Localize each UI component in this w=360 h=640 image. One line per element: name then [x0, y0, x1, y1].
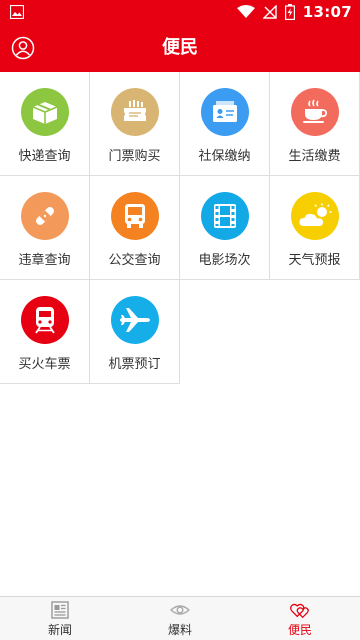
bus-icon — [124, 204, 145, 228]
id-card-icon — [212, 101, 237, 122]
service-label: 门票购买 — [108, 149, 161, 164]
page-title: 便民 — [162, 37, 198, 58]
service-flight-booking[interactable]: 机票预订 — [90, 280, 180, 384]
service-icon-circle — [110, 88, 159, 136]
service-social-security[interactable]: 社保缴纳 — [180, 72, 270, 176]
tab-label: 新闻 — [47, 623, 72, 637]
package-icon — [32, 102, 57, 124]
hearts-icon — [290, 603, 309, 619]
service-traffic-violation[interactable]: 违章查询 — [0, 176, 90, 280]
service-express-tracking[interactable]: 快递查询 — [0, 72, 90, 176]
service-icon-circle — [110, 296, 159, 344]
service-train-tickets[interactable]: 买火车票 — [0, 280, 90, 384]
eye-icon — [170, 605, 190, 615]
battery-charging-icon — [284, 4, 295, 20]
service-ticket-purchase[interactable]: 门票购买 — [90, 72, 180, 176]
tab-news[interactable]: 新闻 — [0, 597, 120, 640]
status-bar: 13:07 — [0, 0, 360, 24]
service-utility-bills[interactable]: 生活缴费 — [270, 72, 360, 176]
signal-icon — [262, 5, 277, 19]
wifi-icon — [236, 5, 255, 18]
tab-label: 爆料 — [167, 623, 192, 637]
service-grid: 快递查询 门票购买 社保缴纳 生活缴费 违章查询 公交查询 电影场次 天气预报 … — [0, 72, 360, 384]
service-icon-circle — [200, 88, 249, 136]
service-label: 公交查询 — [108, 253, 161, 268]
empty-cell — [270, 280, 360, 384]
service-icon-circle — [20, 88, 69, 136]
app-header: 便民 — [0, 24, 360, 72]
tab-convenience[interactable]: 便民 — [240, 597, 360, 640]
newspaper-icon — [51, 601, 69, 619]
bottom-tab-bar: 新闻 爆料 便民 — [0, 596, 360, 640]
service-label: 机票预订 — [108, 357, 161, 372]
service-label: 电影场次 — [198, 253, 251, 268]
film-icon — [213, 204, 236, 228]
service-label: 快递查询 — [18, 149, 71, 164]
tab-tips[interactable]: 爆料 — [120, 597, 240, 640]
service-icon-circle — [200, 192, 249, 240]
weather-icon — [298, 203, 331, 226]
empty-cell — [180, 280, 270, 384]
coffee-cup-icon — [302, 99, 327, 123]
service-icon-circle — [20, 192, 69, 240]
airplane-icon — [119, 308, 150, 332]
tab-label: 便民 — [287, 623, 312, 637]
service-label: 天气预报 — [288, 253, 341, 268]
ticket-icon — [123, 100, 146, 121]
service-icon-circle — [20, 296, 69, 344]
image-notification-icon — [10, 5, 24, 19]
clock: 13:07 — [302, 3, 352, 21]
service-icon-circle — [290, 88, 339, 136]
service-label: 买火车票 — [18, 357, 71, 372]
service-movie-showtimes[interactable]: 电影场次 — [180, 176, 270, 280]
train-icon — [34, 307, 55, 334]
service-icon-circle — [110, 192, 159, 240]
service-icon-circle — [290, 192, 339, 240]
service-label: 生活缴费 — [288, 149, 341, 164]
service-label: 社保缴纳 — [198, 149, 251, 164]
service-weather-forecast[interactable]: 天气预报 — [270, 176, 360, 280]
bandage-icon — [35, 207, 54, 225]
service-bus-lookup[interactable]: 公交查询 — [90, 176, 180, 280]
service-label: 违章查询 — [18, 253, 71, 268]
